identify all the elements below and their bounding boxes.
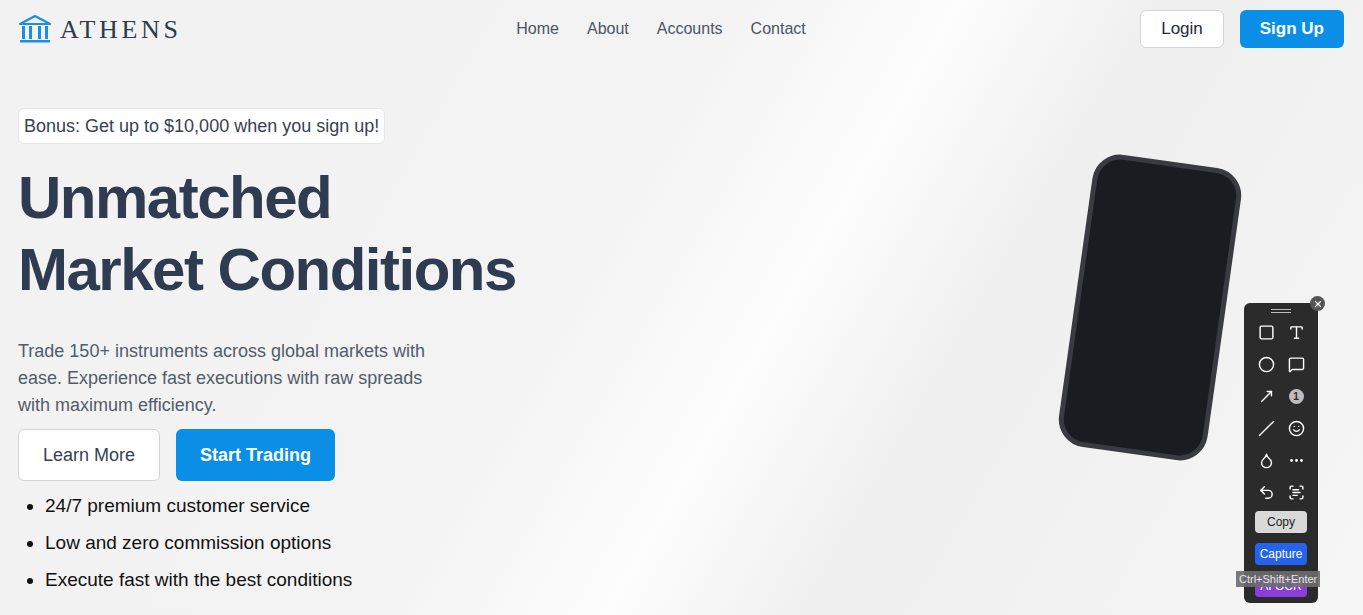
blur-icon <box>1258 452 1275 469</box>
feature-list: 24/7 premium customer serviceLow and zer… <box>18 487 352 598</box>
hero-content: Bonus: Get up to $10,000 when you sign u… <box>18 108 516 598</box>
toolbar-action-button[interactable]: Capture <box>1255 543 1307 565</box>
logo[interactable]: ATHENS <box>18 10 556 49</box>
capture-toolbar: 1CopyCaptureAI OCR <box>1244 303 1318 603</box>
bonus-badge: Bonus: Get up to $10,000 when you sign u… <box>18 108 385 144</box>
landing-page: ATHENS Home About Accounts Contact Login Sign … <box>0 0 1363 615</box>
rectangle-tool[interactable] <box>1253 319 1279 345</box>
feature-item: 24/7 premium customer service <box>45 487 352 524</box>
undo-icon <box>1258 484 1275 501</box>
text-icon <box>1288 324 1305 341</box>
login-button[interactable]: Login <box>1140 10 1224 48</box>
ai-scan-icon <box>1288 484 1305 501</box>
nav-links: Home About Accounts Contact <box>516 17 805 41</box>
nav-link[interactable]: Accounts <box>657 17 723 41</box>
more-icon <box>1288 452 1305 469</box>
line-tool[interactable] <box>1253 415 1279 441</box>
feature-item: Low and zero commission options <box>45 524 352 561</box>
emoji-tool[interactable] <box>1283 415 1309 441</box>
emoji-icon <box>1288 420 1305 437</box>
text-tool[interactable] <box>1283 319 1309 345</box>
drag-handle[interactable] <box>1271 309 1291 313</box>
navbar: ATHENS Home About Accounts Contact Login Sign … <box>0 0 1363 58</box>
signup-button[interactable]: Sign Up <box>1240 10 1344 48</box>
hero-description: Trade 150+ instruments across global mar… <box>18 338 438 419</box>
more-tool[interactable] <box>1283 447 1309 473</box>
nav-link[interactable]: Contact <box>751 17 806 41</box>
ellipse-tool[interactable] <box>1253 351 1279 377</box>
hero-title: UnmatchedMarket Conditions <box>18 162 516 306</box>
nav-link[interactable]: About <box>587 17 629 41</box>
shortcut-tooltip: Ctrl+Shift+Enter <box>1236 571 1320 587</box>
toolbar-action-button[interactable]: Copy <box>1255 511 1307 533</box>
start-trading-button[interactable]: Start Trading <box>176 429 335 481</box>
ai-scan-tool[interactable] <box>1283 479 1309 505</box>
ellipse-icon <box>1258 356 1275 373</box>
nav-link[interactable]: Home <box>516 17 559 41</box>
phone-photo <box>1055 151 1245 464</box>
toolbar-close-button[interactable] <box>1310 296 1325 311</box>
undo-tool[interactable] <box>1253 479 1279 505</box>
number-marker-tool[interactable]: 1 <box>1283 383 1309 409</box>
rectangle-icon <box>1258 324 1275 341</box>
callout-tool[interactable] <box>1283 351 1309 377</box>
blur-tool[interactable] <box>1253 447 1279 473</box>
learn-more-button[interactable]: Learn More <box>18 429 160 481</box>
arrow-icon <box>1258 388 1275 405</box>
callout-icon <box>1288 356 1305 373</box>
number-marker: 1 <box>1289 389 1304 404</box>
building-logo-icon <box>18 14 52 44</box>
close-icon <box>1313 299 1323 309</box>
hero: Bonus: Get up to $10,000 when you sign u… <box>0 58 1363 598</box>
logo-text: ATHENS <box>60 10 182 49</box>
feature-item: Execute fast with the best conditions <box>45 561 352 598</box>
arrow-tool[interactable] <box>1253 383 1279 409</box>
line-icon <box>1258 420 1275 437</box>
